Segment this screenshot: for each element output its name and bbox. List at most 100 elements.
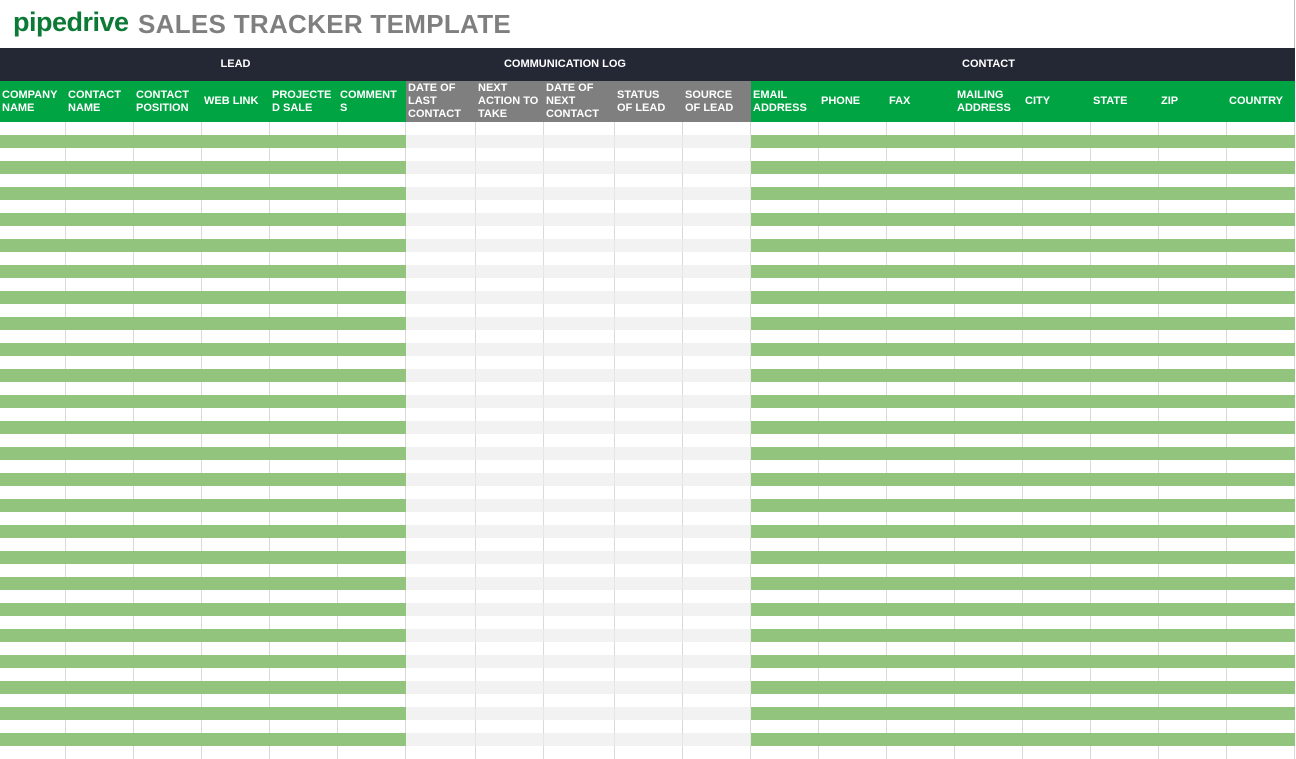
table-cell[interactable] [955, 512, 1023, 525]
table-cell[interactable] [1227, 226, 1295, 239]
table-cell[interactable] [1227, 330, 1295, 343]
table-cell[interactable] [202, 538, 270, 551]
table-cell[interactable] [751, 330, 819, 343]
table-cell[interactable] [683, 330, 751, 343]
table-cell[interactable] [819, 590, 887, 603]
table-cell[interactable] [476, 252, 544, 265]
column-header[interactable]: ZIP [1159, 81, 1227, 122]
table-cell[interactable] [955, 668, 1023, 681]
table-cell[interactable] [476, 421, 544, 434]
table-cell[interactable] [134, 499, 202, 512]
table-cell[interactable] [683, 343, 751, 356]
table-cell[interactable] [0, 252, 66, 265]
table-cell[interactable] [406, 525, 476, 538]
table-cell[interactable] [751, 668, 819, 681]
table-cell[interactable] [1091, 616, 1159, 629]
table-cell[interactable] [1091, 265, 1159, 278]
table-cell[interactable] [406, 473, 476, 486]
table-cell[interactable] [202, 304, 270, 317]
table-cell[interactable] [615, 525, 683, 538]
column-header[interactable]: PHONE [819, 81, 887, 122]
table-cell[interactable] [887, 577, 955, 590]
table-cell[interactable] [544, 577, 615, 590]
table-cell[interactable] [0, 317, 66, 330]
table-cell[interactable] [751, 655, 819, 668]
table-cell[interactable] [134, 447, 202, 460]
table-cell[interactable] [406, 421, 476, 434]
table-cell[interactable] [270, 265, 338, 278]
table-cell[interactable] [66, 746, 134, 759]
table-cell[interactable] [0, 551, 66, 564]
table-cell[interactable] [887, 681, 955, 694]
table-cell[interactable] [1227, 161, 1295, 174]
table-cell[interactable] [0, 603, 66, 616]
table-cell[interactable] [338, 239, 406, 252]
table-cell[interactable] [270, 213, 338, 226]
table-cell[interactable] [0, 200, 66, 213]
table-cell[interactable] [615, 551, 683, 564]
table-cell[interactable] [1091, 707, 1159, 720]
table-cell[interactable] [134, 330, 202, 343]
table-cell[interactable] [202, 239, 270, 252]
table-cell[interactable] [134, 694, 202, 707]
table-cell[interactable] [1159, 421, 1227, 434]
table-cell[interactable] [338, 499, 406, 512]
table-cell[interactable] [1023, 148, 1091, 161]
table-cell[interactable] [1227, 213, 1295, 226]
table-cell[interactable] [202, 642, 270, 655]
table-cell[interactable] [66, 187, 134, 200]
table-cell[interactable] [270, 343, 338, 356]
table-cell[interactable] [1091, 278, 1159, 291]
table-cell[interactable] [751, 746, 819, 759]
table-cell[interactable] [1091, 577, 1159, 590]
table-cell[interactable] [819, 720, 887, 733]
table-cell[interactable] [270, 291, 338, 304]
table-cell[interactable] [955, 252, 1023, 265]
table-cell[interactable] [819, 304, 887, 317]
table-cell[interactable] [0, 265, 66, 278]
table-cell[interactable] [66, 655, 134, 668]
table-cell[interactable] [1091, 642, 1159, 655]
column-header[interactable]: WEB LINK [202, 81, 270, 122]
table-cell[interactable] [66, 174, 134, 187]
table-cell[interactable] [955, 343, 1023, 356]
table-cell[interactable] [476, 746, 544, 759]
table-cell[interactable] [1159, 473, 1227, 486]
table-cell[interactable] [544, 629, 615, 642]
table-cell[interactable] [1023, 135, 1091, 148]
table-cell[interactable] [683, 551, 751, 564]
table-cell[interactable] [1091, 161, 1159, 174]
table-cell[interactable] [66, 629, 134, 642]
table-cell[interactable] [955, 577, 1023, 590]
table-cell[interactable] [202, 369, 270, 382]
table-cell[interactable] [1159, 200, 1227, 213]
table-cell[interactable] [202, 707, 270, 720]
table-cell[interactable] [270, 187, 338, 200]
table-cell[interactable] [1227, 694, 1295, 707]
table-cell[interactable] [0, 174, 66, 187]
table-cell[interactable] [338, 655, 406, 668]
table-cell[interactable] [955, 187, 1023, 200]
table-cell[interactable] [0, 746, 66, 759]
table-cell[interactable] [751, 564, 819, 577]
table-cell[interactable] [406, 629, 476, 642]
table-cell[interactable] [615, 161, 683, 174]
table-cell[interactable] [1159, 122, 1227, 135]
table-cell[interactable] [0, 590, 66, 603]
table-cell[interactable] [1227, 200, 1295, 213]
table-cell[interactable] [1227, 655, 1295, 668]
table-cell[interactable] [1023, 239, 1091, 252]
table-cell[interactable] [66, 265, 134, 278]
table-cell[interactable] [338, 330, 406, 343]
table-cell[interactable] [202, 330, 270, 343]
table-cell[interactable] [1159, 239, 1227, 252]
table-cell[interactable] [615, 187, 683, 200]
table-cell[interactable] [202, 395, 270, 408]
column-header[interactable]: STATE [1091, 81, 1159, 122]
table-cell[interactable] [270, 746, 338, 759]
table-cell[interactable] [202, 603, 270, 616]
table-cell[interactable] [751, 447, 819, 460]
table-cell[interactable] [955, 161, 1023, 174]
table-cell[interactable] [270, 733, 338, 746]
table-cell[interactable] [544, 174, 615, 187]
